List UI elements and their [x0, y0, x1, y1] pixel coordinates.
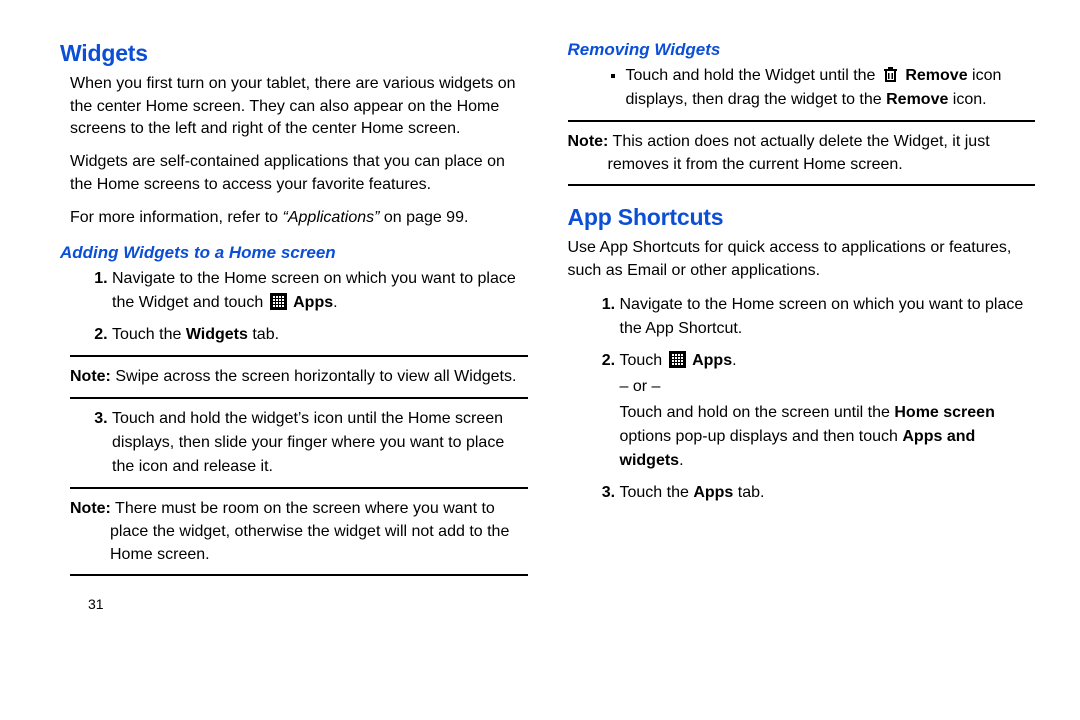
adding-step-2: Touch the Widgets tab.: [112, 323, 528, 347]
widgets-intro-2: Widgets are self-contained applications …: [60, 151, 528, 196]
note-room: Note: There must be room on the screen w…: [60, 497, 528, 567]
note1-prefix: Note:: [70, 368, 111, 385]
page-number: 31: [60, 596, 528, 612]
more-info-suffix: on page 99.: [379, 209, 468, 226]
rem1e: icon.: [948, 91, 986, 108]
app-shortcuts-intro: Use App Shortcuts for quick access to ap…: [568, 237, 1036, 282]
divider: [70, 397, 528, 399]
step2-a: Touch the: [112, 326, 186, 343]
widgets-intro-1: When you first turn on your tablet, ther…: [60, 73, 528, 141]
widgets-heading: Widgets: [60, 40, 528, 67]
apps-label: Apps: [293, 294, 333, 311]
s2b5: .: [679, 452, 683, 469]
app-shortcuts-heading: App Shortcuts: [568, 204, 1036, 231]
s3c: tab.: [733, 484, 764, 501]
adding-step-3: Touch and hold the widget’s icon until t…: [112, 407, 528, 479]
apps-grid-icon: [270, 293, 287, 310]
s2b3: options pop-up displays and then touch: [620, 428, 903, 445]
note2-prefix: Note:: [70, 500, 111, 517]
divider: [70, 574, 528, 576]
note2-text: There must be room on the screen where y…: [110, 500, 509, 563]
note1-text: Swipe across the screen horizontally to …: [111, 368, 517, 385]
s2-apps: Apps: [692, 352, 732, 369]
adding-widgets-heading: Adding Widgets to a Home screen: [60, 243, 528, 263]
trash-icon: [882, 66, 899, 83]
adding-step-1: Navigate to the Home screen on which you…: [112, 267, 528, 315]
page: Widgets When you first turn on your tabl…: [0, 0, 1080, 720]
or-separator: – or –: [620, 375, 1036, 399]
s2b2: Home screen: [894, 404, 995, 421]
divider: [568, 184, 1036, 186]
s2a: Touch: [620, 352, 667, 369]
left-column: Widgets When you first turn on your tabl…: [60, 40, 528, 700]
rem1b: Remove: [905, 67, 967, 84]
s3a: Touch the: [620, 484, 694, 501]
adding-steps-cont: Touch and hold the widget’s icon until t…: [60, 407, 528, 479]
step1-dot: .: [333, 294, 337, 311]
shortcut-step-3: Touch the Apps tab.: [620, 481, 1036, 505]
shortcut-step-2: Touch Apps. – or – Touch and hold on the…: [620, 349, 1036, 473]
removing-widgets-heading: Removing Widgets: [568, 40, 1036, 60]
note-swipe: Note: Swipe across the screen horizontal…: [60, 365, 528, 388]
adding-steps: Navigate to the Home screen on which you…: [60, 267, 528, 347]
s2-dot: .: [732, 352, 736, 369]
widgets-more-info: For more information, refer to “Applicat…: [60, 207, 528, 230]
noteR-prefix: Note:: [568, 133, 609, 150]
s2b1: Touch and hold on the screen until the: [620, 404, 895, 421]
apps-grid-icon: [669, 351, 686, 368]
removing-step-1: Touch and hold the Widget until the Remo…: [626, 64, 1036, 112]
divider: [568, 120, 1036, 122]
shortcut-step-1: Navigate to the Home screen on which you…: [620, 293, 1036, 341]
step2-c: tab.: [248, 326, 279, 343]
noteR-text: This action does not actually delete the…: [608, 133, 990, 173]
step2-b: Widgets: [186, 326, 248, 343]
divider: [70, 487, 528, 489]
more-info-link: “Applications”: [283, 209, 380, 226]
divider: [70, 355, 528, 357]
shortcut-steps: Navigate to the Home screen on which you…: [568, 293, 1036, 505]
rem1d: Remove: [886, 91, 948, 108]
more-info-prefix: For more information, refer to: [70, 209, 283, 226]
s3b: Apps: [693, 484, 733, 501]
note-remove: Note: This action does not actually dele…: [568, 130, 1036, 176]
rem1a: Touch and hold the Widget until the: [626, 67, 880, 84]
right-column: Removing Widgets Touch and hold the Widg…: [568, 40, 1036, 700]
removing-steps: Touch and hold the Widget until the Remo…: [568, 64, 1036, 112]
